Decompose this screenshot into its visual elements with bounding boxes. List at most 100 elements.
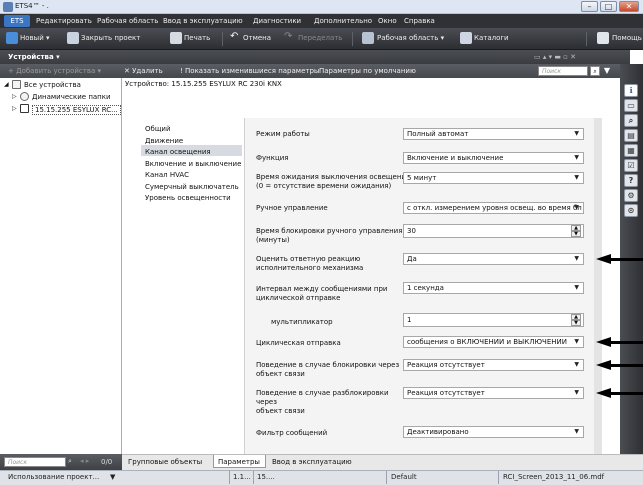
menu-help[interactable]: Справка [404,17,435,25]
minimize-button[interactable]: – [581,1,598,12]
nav-item-general[interactable]: Общий [145,125,171,133]
param-label: Режим работы [256,130,310,138]
param-spinner-lock-time[interactable]: 30 ▲ ▼ [403,224,584,238]
toolbar: Новый ▾ Закрыть проект Печать ↶ Отмена ↷… [0,28,643,50]
param-label: Циклическая отправка [256,339,341,347]
catalogs-button[interactable]: Каталоги [474,34,509,42]
tree-expander[interactable]: ◢ [4,81,9,88]
print-button[interactable]: Печать [184,34,210,42]
param-spinner-multiplier[interactable]: 1 ▲ ▼ [403,313,584,327]
param-dropdown-mode[interactable]: Полный автомат ▼ [403,128,584,140]
nav-item-on-off[interactable]: Включение и выключение [145,160,241,168]
status-separator [229,471,230,484]
record-icon[interactable]: ⊙ [624,204,638,217]
nav-item-light-channel[interactable]: Канал освещения [145,148,211,156]
close-window-button[interactable]: ✕ [619,1,639,12]
show-changed-params-button[interactable]: ! Показать изменившиеся параметры [180,67,319,75]
catalog-icon[interactable]: ▤ [624,129,638,142]
panel-options-icon[interactable]: ▭ ▴ ▾ ▬ ▫ ✕ [534,53,576,61]
all-devices-icon [12,80,21,89]
tab-group-objects[interactable]: Групповые объекты [128,458,202,466]
undo-button[interactable]: Отмена [243,34,271,42]
default-params-button[interactable]: Параметры по умолчанию [319,67,416,75]
add-devices-button[interactable]: + Добавить устройства ▾ [8,67,101,75]
maximize-button[interactable]: □ [600,1,617,12]
redo-icon: ↷ [284,31,293,42]
settings-icon[interactable]: ⚙ [624,189,638,202]
toolbar-separator [352,32,353,46]
tree-item-device[interactable]: 15.15.255 ESYLUX RC... [32,105,121,115]
spin-down-icon: ▼ [571,231,581,237]
search-icon[interactable]: ⌕ [68,457,72,466]
param-label: Поведение в случае блокировки через объе… [256,361,400,378]
nav-item-motion[interactable]: Движение [145,137,183,145]
info-icon[interactable]: ℹ [624,84,638,97]
menu-extras[interactable]: Дополнительно [314,17,372,25]
param-dropdown-cyclic-interval[interactable]: 1 секунда ▼ [403,282,584,294]
tab-parameters[interactable]: Параметры [218,458,260,466]
report-icon[interactable]: ☑ [624,159,638,172]
tree-item-dynamic-folders[interactable]: Динамические папки [32,93,111,101]
ets-menu-button[interactable]: ETS [4,15,30,27]
param-dropdown-telegram-filter[interactable]: Деактивировано ▼ [403,426,584,438]
param-dropdown-cyclic-send[interactable]: сообщения о ВКЛЮЧЕНИИ и ВЫКЛЮЧЕНИИ ▼ [403,336,584,348]
prev-next-icon[interactable]: ◂ ▸ [80,457,89,465]
close-project-button[interactable]: Закрыть проект [81,34,140,42]
device-label: Устройство: 15.15.255 ESYLUX RC 230i KNX [125,80,282,88]
menu-diagnostics[interactable]: Диагностики [253,17,301,25]
delete-button[interactable]: ✕ Удалить [124,67,163,75]
tree-expander[interactable]: ▷ [12,93,17,100]
param-label: Оценить ответную реакцию исполнительного… [256,255,364,272]
search-icon[interactable]: ⌕ [590,66,600,76]
param-dropdown-actuator-feedback[interactable]: Да ▼ [403,253,584,265]
toolbar-separator [222,32,223,46]
tree-item-all-devices[interactable]: Все устройства [24,81,81,89]
status-dropdown-arrow-icon[interactable]: ▼ [110,473,115,481]
nav-item-twilight[interactable]: Сумерчный выключатель [145,183,239,191]
menu-window[interactable]: Окно [378,17,397,25]
new-button[interactable]: Новый ▾ [20,34,50,42]
spin-down-icon: ▼ [571,320,581,326]
param-dropdown-manual-control[interactable]: с откл. измерением уровня освещ. во врем… [403,202,584,214]
param-dropdown-lock-behaviour[interactable]: Реакция отсутствует ▼ [403,359,584,371]
redo-button[interactable]: Переделать [298,34,342,42]
menu-workspace[interactable]: Рабочая область [97,17,158,25]
toolbar-separator [586,32,587,46]
workspace-icon [362,32,374,44]
tree-search-input[interactable]: Поиск [4,457,66,467]
new-project-icon [6,32,18,44]
workspace-button[interactable]: Рабочая область ▾ [377,34,444,42]
menu-edit[interactable]: Редактировать [36,17,92,25]
nav-item-hvac[interactable]: Канал HVAC [145,171,189,179]
title-bar: ETS4™ - . – □ ✕ [0,0,643,14]
help-button[interactable]: Помощь [612,34,642,42]
clipboard-icon[interactable]: ▦ [624,144,638,157]
devices-panel-header: Устройства ▾ ▭ ▴ ▾ ▬ ▫ ✕ [0,50,630,64]
folder-icon[interactable]: ▭ [624,99,638,112]
menu-commissioning[interactable]: Ввод в эксплуатацию [163,17,243,25]
device-icon [20,104,29,113]
search-icon[interactable]: ⌕ [624,114,638,127]
filter-icon[interactable]: ▼ [602,66,612,76]
parameters-scrollbar[interactable] [594,118,602,454]
param-dropdown-unlock-behaviour[interactable]: Реакция отсутствует ▼ [403,387,584,399]
search-result-count: 0/0 [101,458,113,466]
undo-icon: ↶ [230,31,239,42]
tree-expander[interactable]: ▷ [12,105,17,112]
param-label: Время ожидания выключения освещения (0 =… [256,173,411,190]
panel-search-input[interactable]: Поиск [538,66,588,76]
help-icon[interactable]: ? [624,174,638,187]
dropdown-arrow-icon: ▼ [574,130,579,137]
param-dropdown-off-delay[interactable]: 5 минут ▼ [403,172,584,184]
tab-commissioning[interactable]: Ввод в эксплуатацию [272,458,352,466]
nav-item-lux-level[interactable]: Уровень освещенности [145,194,231,202]
help-book-icon [597,32,609,44]
dropdown-arrow-icon: ▼ [574,428,579,435]
param-label: мультипликатор [271,318,333,326]
status-task: Использование проект... [8,473,100,481]
dropdown-arrow-icon: ▼ [574,174,579,181]
param-dropdown-function[interactable]: Включение и выключение ▼ [403,152,584,164]
devices-panel-title[interactable]: Устройства ▾ [8,53,60,61]
status-area: 1.1... [233,473,251,481]
annotation-arrow [596,337,643,347]
